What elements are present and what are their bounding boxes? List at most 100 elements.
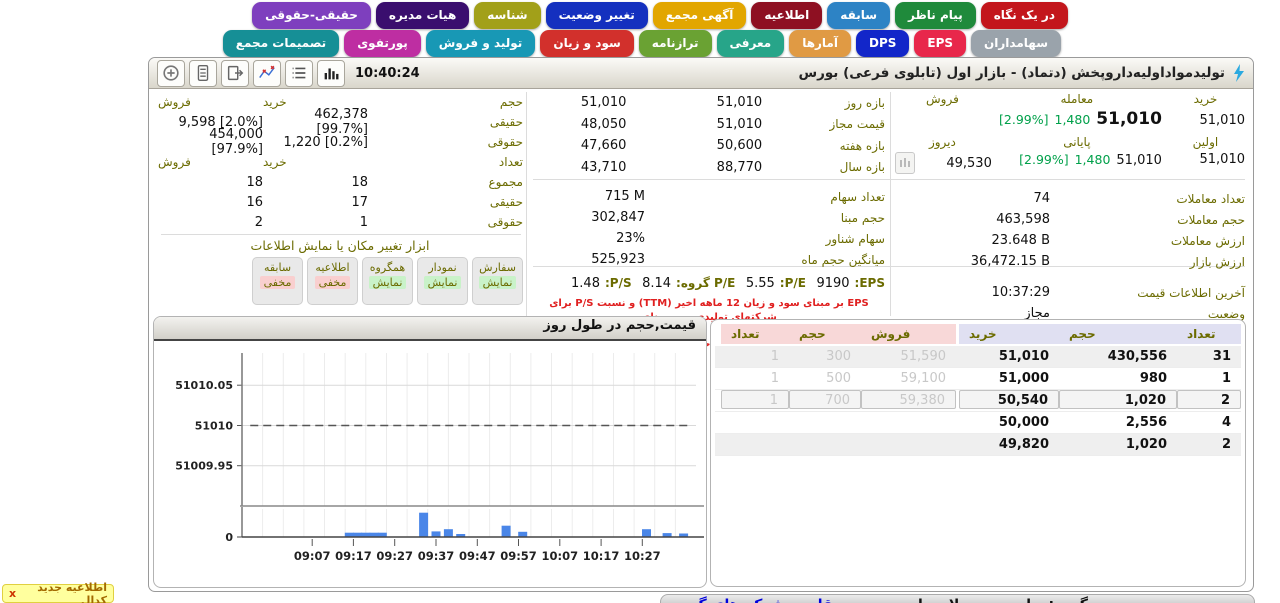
nav-tab[interactable]: در یک نگاه	[981, 2, 1068, 29]
nav-tab[interactable]: تغییر وضعیت	[546, 2, 648, 29]
stat-value: 23.648 B	[940, 233, 1060, 248]
buy-volume: 1,020	[1059, 434, 1177, 455]
stat-row: تعداد سهام 715 M	[533, 186, 885, 207]
trade-summary: خرید معامله فروش 51,010 51,010 1,480 [2.…	[893, 92, 1245, 324]
nav-tab[interactable]: آمارها	[789, 30, 851, 57]
toggle-name: همگروه	[363, 261, 412, 274]
row-label: حقیقی	[468, 195, 523, 209]
stat-value: 525,923	[537, 252, 690, 267]
stat-row: ارزش بازار 36,472.15 B	[893, 251, 1245, 272]
buy-price: 50,540	[959, 390, 1059, 409]
intraday-chart-panel: قیمت,حجم در طول روز 51010.055101051009.9…	[153, 316, 707, 588]
sell-price: 51,590	[861, 346, 956, 367]
sell-price: 59,380	[861, 390, 956, 409]
range-value-2: 43,710	[533, 160, 671, 175]
display-tools: ابزار تغییر مکان یا نمایش اطلاعات سفارش …	[157, 238, 523, 305]
toggle-state: نمایش	[424, 276, 462, 289]
stat-value: 302,847	[537, 210, 690, 225]
first-price: 51,010	[1162, 152, 1245, 174]
screen: در یک نگاهپیام ناظرسابقهاطلاعیهآگهی مجمع…	[0, 0, 1280, 603]
toggle-name: اطلاعیه	[308, 261, 357, 274]
close-icon[interactable]: x	[9, 587, 16, 600]
fundamental-pair: P/S: 1.48	[571, 276, 632, 291]
last-change: 1,480	[1055, 112, 1091, 127]
nav-tab[interactable]: هیات مدیره	[376, 2, 469, 29]
fundamental-label: P/E گروه:	[676, 276, 735, 290]
nav-tab[interactable]: ترازنامه	[639, 30, 712, 57]
nav-tab[interactable]: EPS	[914, 30, 966, 57]
bar-chart-icon[interactable]	[317, 60, 345, 87]
orderbook-row[interactable]: 31 430,556 51,010 51,590 300 1	[715, 346, 1241, 368]
orderbook-row[interactable]: 4 2,556 50,000	[715, 412, 1241, 434]
buy-count: 2	[1177, 390, 1241, 409]
page-title: تولیدمواداولیه‌داروپخش (دتماد) - بازار ا…	[798, 65, 1225, 81]
export-page-icon[interactable]	[221, 60, 249, 87]
nav-tab[interactable]: سابقه	[827, 2, 890, 29]
toggle-panel-button[interactable]: سابقه مخفی	[252, 257, 303, 305]
toggle-panel-button[interactable]: سفارش نمایش	[472, 257, 523, 305]
stat-label: سهام شناور	[690, 232, 885, 246]
fundamental-value: 8.14	[642, 276, 671, 291]
buy-price: 51,000	[959, 368, 1059, 389]
sell-count: 1	[721, 390, 789, 409]
sell-value: 454,000 [97.9%]	[158, 127, 263, 157]
stat-label: حجم معاملات	[1060, 213, 1245, 227]
sell-volume: 500	[789, 368, 861, 389]
stat-row: حجم مبنا 302,847	[533, 207, 885, 228]
header-buy-volume: حجم	[1059, 324, 1177, 344]
compare-group-link[interactable]: مقایسه شرکت‌های گروه	[673, 596, 842, 603]
buy-count: 1	[1177, 368, 1241, 389]
divider	[526, 92, 527, 316]
nav-tab[interactable]: DPS	[856, 30, 909, 57]
list-icon[interactable]	[285, 60, 313, 87]
stat-value: 74	[940, 191, 1060, 206]
toggle-name: سابقه	[253, 261, 302, 274]
stat-value: 23%	[537, 231, 690, 246]
close-price: 51,010	[1116, 153, 1162, 168]
toggle-state: نمایش	[369, 276, 407, 289]
toggle-panel-button[interactable]: اطلاعیه مخفی	[307, 257, 358, 305]
range-label: بازه سال	[807, 160, 885, 174]
nav-tab[interactable]: آگهی مجمع	[653, 2, 747, 29]
toggle-panel-button[interactable]: همگروه نمایش	[362, 257, 413, 305]
row-label: مجموع	[468, 175, 523, 189]
nav-tab[interactable]: سهامداران	[971, 30, 1061, 57]
buy-value: 1	[263, 215, 368, 230]
next-window-header[interactable]: مقایسه شرکت‌های گروه گروه:مواد و محصولات…	[660, 594, 1255, 603]
header-buy: خرید	[263, 155, 368, 169]
header-trade: معامله	[992, 92, 1162, 109]
orderbook-rows: 31 430,556 51,010 51,590 300 1 1 980 51,…	[715, 346, 1241, 456]
orderbook-row[interactable]: 2 1,020 49,820	[715, 434, 1241, 456]
buy-volume: 1,020	[1059, 390, 1177, 409]
nav-tab[interactable]: اطلاعیه	[751, 2, 822, 29]
nav-tab[interactable]: حقیقی-حقوقی	[252, 2, 371, 29]
sell-count	[721, 412, 789, 433]
sell-price	[861, 412, 956, 433]
nav-tab[interactable]: شناسه	[474, 2, 540, 29]
price-history-icon[interactable]	[895, 152, 915, 174]
add-icon[interactable]	[157, 60, 185, 87]
scatter-chart-icon[interactable]	[253, 60, 281, 87]
sell-value: 16	[158, 195, 263, 210]
nav-tab[interactable]: پیام ناظر	[895, 2, 976, 29]
nav-tab[interactable]: تصمیمات مجمع	[223, 30, 339, 57]
client-type-row: حقوقی 1 2	[157, 212, 523, 232]
sell-price: 59,100	[861, 368, 956, 389]
orderbook-row[interactable]: 1 980 51,000 59,100 500 1	[715, 368, 1241, 390]
header-buy: خرید	[1162, 92, 1245, 109]
calculator-icon[interactable]	[189, 60, 217, 87]
group-title: گروه:مواد و محصولات دارویی	[882, 596, 1088, 603]
sell-count	[721, 434, 789, 455]
close-change-pct: [2.99%]	[1019, 152, 1068, 167]
fundamentals-row: EPS: 9190 P/E: 5.55 P/E گروه: 8.14 P/S: …	[533, 276, 885, 294]
codal-notification[interactable]: اطلاعیه جدید کدال x	[2, 584, 114, 603]
svg-text:09:57: 09:57	[500, 549, 537, 563]
nav-tab[interactable]: سود و زیان	[540, 30, 633, 57]
toggle-panel-button[interactable]: نمودار نمایش	[417, 257, 468, 305]
sell-count: 1	[721, 368, 789, 389]
nav-tab[interactable]: معرفی	[717, 30, 785, 57]
orderbook-row[interactable]: 2 1,020 50,540 59,380 700 1	[715, 390, 1241, 412]
nav-tab[interactable]: تولید و فروش	[426, 30, 536, 57]
nav-tab[interactable]: پورتفوی	[344, 30, 421, 57]
titlebar: تولیدمواداولیه‌داروپخش (دتماد) - بازار ا…	[149, 58, 1253, 89]
